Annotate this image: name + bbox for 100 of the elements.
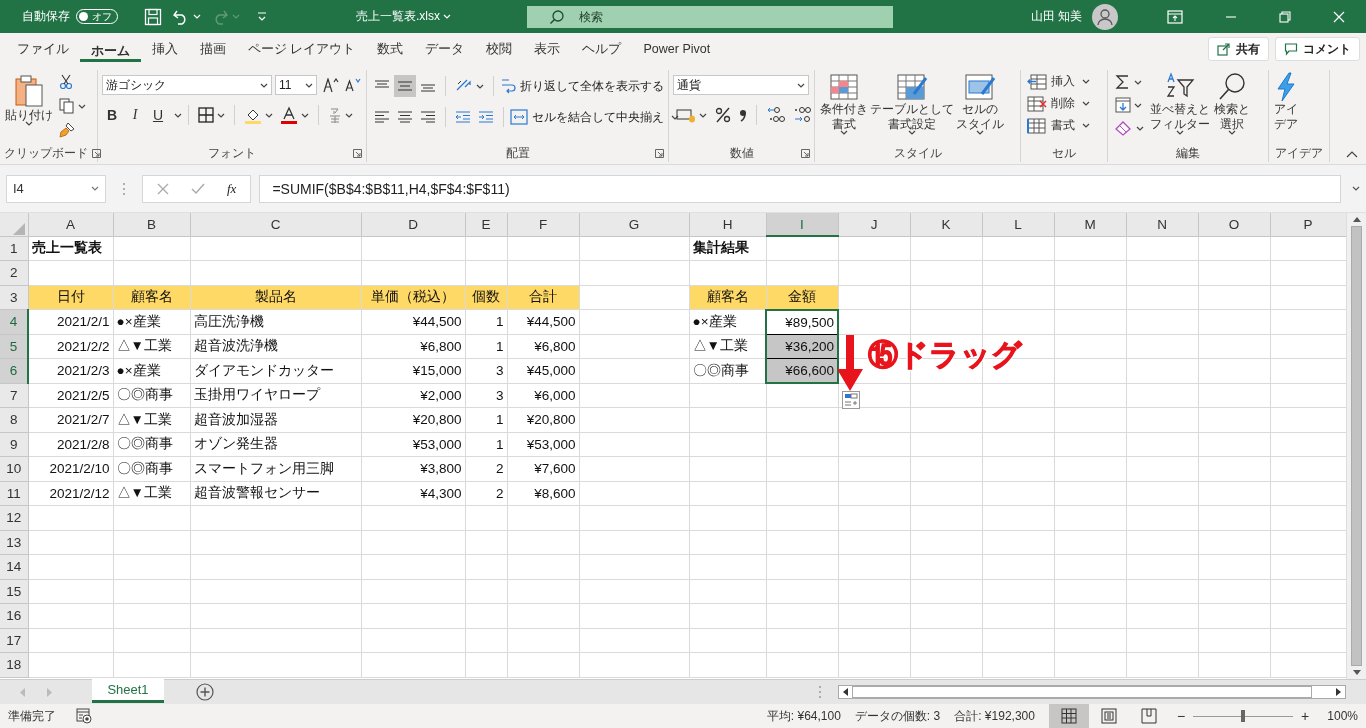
column-header[interactable]: I [766, 213, 838, 236]
table-cell[interactable]: ¥36,200 [766, 334, 838, 359]
column-header[interactable]: A [28, 213, 113, 236]
vertical-scrollbar[interactable] [1346, 213, 1366, 679]
zoom-out-button[interactable]: − [1176, 708, 1186, 724]
table-cell[interactable]: 2021/2/3 [28, 358, 113, 383]
column-header[interactable]: M [1054, 213, 1126, 236]
table-cell[interactable]: 超音波加湿器 [190, 407, 361, 432]
table-cell[interactable]: オゾン発生器 [190, 432, 361, 457]
column-header[interactable]: J [838, 213, 910, 236]
row-header[interactable]: 15 [0, 579, 28, 604]
column-header[interactable]: D [361, 213, 465, 236]
number-format-field[interactable]: 通貨 [673, 75, 809, 95]
table-cell[interactable]: 超音波洗浄機 [190, 334, 361, 359]
table-cell[interactable]: 〇◎商事 [113, 456, 190, 481]
column-header[interactable]: L [982, 213, 1054, 236]
insert-function-button[interactable]: fx [227, 180, 237, 197]
sheet-title[interactable]: 集計結果 [689, 236, 766, 261]
paste-button[interactable]: 貼り付け [4, 70, 54, 128]
column-header[interactable]: O [1198, 213, 1270, 236]
ribbon-button[interactable]: セルの スタイル [955, 70, 1005, 137]
table-cell[interactable]: △▼工業 [113, 334, 190, 359]
ribbon-tab[interactable]: 数式 [366, 33, 415, 65]
ribbon-tab[interactable]: ファイル [6, 33, 80, 65]
table-cell[interactable]: 2021/2/12 [28, 481, 113, 506]
table-cell[interactable]: 〇◎商事 [113, 383, 190, 408]
table-cell[interactable]: ¥8,600 [507, 481, 579, 506]
row-header[interactable]: 17 [0, 628, 28, 653]
ribbon-button[interactable]: 挿入 [1025, 72, 1092, 91]
italic-button[interactable]: I [125, 105, 145, 125]
table-cell[interactable]: ●×産業 [113, 309, 190, 334]
formula-field[interactable]: =SUMIF($B$4:$B$11,H4,$F$4:$F$11) [259, 174, 1341, 203]
table-cell[interactable]: ¥66,600 [766, 358, 838, 383]
row-header[interactable]: 8 [0, 407, 28, 432]
column-header[interactable]: G [579, 213, 689, 236]
table-cell[interactable]: ¥6,800 [507, 334, 579, 359]
zoom-in-button[interactable]: + [1301, 708, 1310, 724]
row-header[interactable]: 1 [0, 236, 28, 261]
column-heading-cell[interactable]: 日付 [28, 285, 113, 310]
share-button[interactable]: 共有 [1208, 37, 1269, 61]
table-cell[interactable]: ¥15,000 [361, 358, 465, 383]
ribbon-tab[interactable]: 表示 [523, 33, 572, 65]
row-header[interactable]: 18 [0, 652, 28, 677]
table-cell[interactable]: ¥7,600 [507, 456, 579, 481]
ribbon-button[interactable]: 条件付き 書式 [819, 70, 869, 137]
row-header[interactable]: 13 [0, 530, 28, 555]
column-header[interactable]: H [689, 213, 766, 236]
row-header[interactable]: 7 [0, 383, 28, 408]
table-cell[interactable]: ¥53,000 [361, 432, 465, 457]
row-header[interactable]: 9 [0, 432, 28, 457]
zoom-level[interactable]: 100% [1327, 709, 1358, 723]
table-cell[interactable]: 1 [465, 407, 507, 432]
zoom-slider[interactable] [1193, 709, 1294, 723]
table-cell[interactable]: ¥45,000 [507, 358, 579, 383]
normal-view-button[interactable] [1048, 704, 1089, 728]
table-cell[interactable]: 1 [465, 334, 507, 359]
table-cell[interactable]: 2021/2/1 [28, 309, 113, 334]
file-title[interactable]: 売上一覧表.xlsx [356, 8, 451, 25]
ribbon-tab[interactable]: 挿入 [141, 33, 189, 65]
ribbon-tab[interactable]: ヘルプ [571, 33, 633, 65]
ribbon-tab[interactable]: ホーム [80, 36, 141, 62]
row-header[interactable]: 5 [0, 334, 28, 359]
table-cell[interactable]: 玉掛用ワイヤロープ [190, 383, 361, 408]
table-cell[interactable]: 2 [465, 481, 507, 506]
table-cell[interactable]: 3 [465, 358, 507, 383]
table-cell[interactable]: 2021/2/8 [28, 432, 113, 457]
table-cell[interactable]: △▼工業 [113, 481, 190, 506]
column-header[interactable]: N [1126, 213, 1198, 236]
ribbon-tab[interactable]: Power Pivot [632, 33, 722, 65]
ribbon-button[interactable]: アイ デア [1273, 70, 1299, 134]
table-cell[interactable]: ¥44,500 [507, 309, 579, 334]
table-cell[interactable]: ¥2,000 [361, 383, 465, 408]
column-header[interactable]: F [507, 213, 579, 236]
wrap-text-button[interactable]: 折り返して全体を表示する [500, 77, 664, 95]
middle-align-button[interactable] [394, 75, 416, 97]
ribbon-tab[interactable]: 校閲 [475, 33, 524, 65]
table-cell[interactable]: 2 [465, 456, 507, 481]
table-cell[interactable]: ¥4,300 [361, 481, 465, 506]
table-cell[interactable]: ¥44,500 [361, 309, 465, 334]
ribbon-button[interactable]: テーブルとして 書式設定 [869, 70, 955, 137]
column-header[interactable]: B [113, 213, 190, 236]
table-cell[interactable]: 2021/2/7 [28, 407, 113, 432]
table-cell[interactable]: 1 [465, 309, 507, 334]
ribbon-tab[interactable]: データ [414, 33, 476, 65]
row-header[interactable]: 12 [0, 505, 28, 530]
row-header[interactable]: 10 [0, 456, 28, 481]
row-header[interactable]: 16 [0, 603, 28, 628]
table-cell[interactable]: 2021/2/5 [28, 383, 113, 408]
ribbon-button[interactable]: 削除 [1025, 94, 1092, 113]
row-header[interactable]: 6 [0, 358, 28, 383]
ribbon-button[interactable]: 並べ替えと フィルター [1149, 70, 1211, 137]
comment-button[interactable]: コメント [1275, 37, 1360, 61]
column-header[interactable]: E [465, 213, 507, 236]
table-cell[interactable]: 2021/2/2 [28, 334, 113, 359]
row-header[interactable]: 11 [0, 481, 28, 506]
ribbon-button[interactable]: 検索と 選択 [1213, 70, 1251, 137]
table-cell[interactable]: スマートフォン用三脚 [190, 456, 361, 481]
table-cell[interactable]: ¥89,500 [766, 309, 838, 334]
table-cell[interactable]: 1 [465, 432, 507, 457]
search-field[interactable]: 検索 [527, 5, 893, 28]
